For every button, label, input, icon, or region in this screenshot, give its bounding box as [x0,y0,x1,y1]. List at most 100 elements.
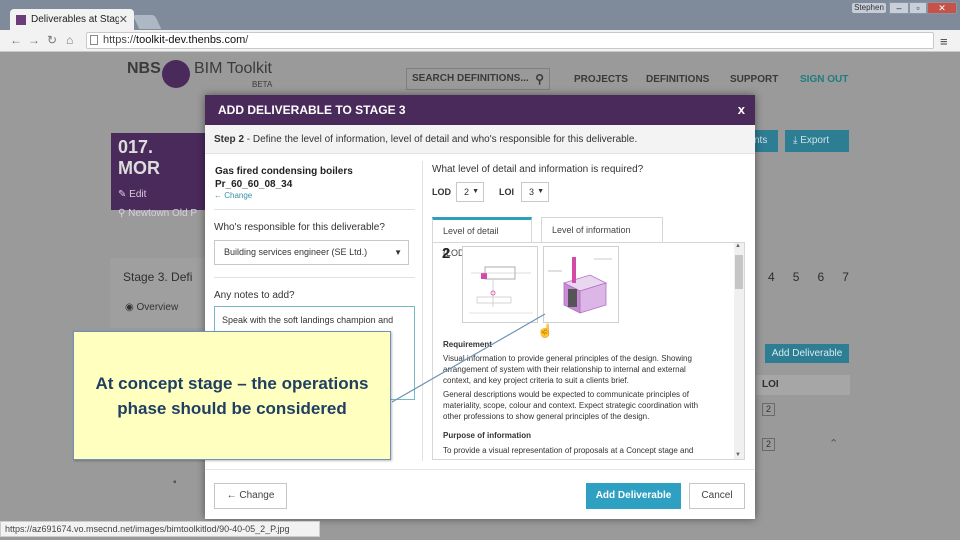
purpose-text: To provide a visual representation of pr… [443,446,694,455]
modal-step-bar: Step 2 - Define the level of information… [205,125,755,154]
logo-name: BIM Toolkit [194,60,272,77]
loi-value-cell: 2 [762,403,775,416]
purpose-heading: Purpose of information [443,431,531,440]
loi-value: 3 [529,187,535,197]
export-button-label: Export [800,135,830,146]
loi-value-cell: 2 [762,438,775,451]
stage-tab-6[interactable]: 6 [809,264,834,290]
modal-title: ADD DELIVERABLE TO STAGE 3 [205,95,755,125]
level-number: 2 [442,245,451,262]
nav-sign-out[interactable]: SIGN OUT [800,74,848,85]
comments-button-label: nts [754,135,768,146]
lod-value: 2 [464,187,470,197]
chevron-up-icon[interactable]: ⌃ [829,437,838,450]
responsible-select[interactable]: Building services engineer (SE Ltd.) ▼ [214,240,409,265]
step-label: Step 2 [214,134,245,145]
browser-menu-icon[interactable]: ≡ [940,34,948,49]
modal-close-button[interactable]: x [738,102,745,117]
notes-question: Any notes to add? [214,290,295,301]
project-edit-link[interactable]: ✎ Edit [118,189,199,200]
loi-select[interactable]: 3 ▼ [521,182,549,202]
stage-tab-7[interactable]: 7 [833,264,858,290]
globe-icon: ◉ [125,302,137,313]
lod-select[interactable]: 2 ▼ [456,182,484,202]
back-change-button[interactable]: ← Change [214,483,287,509]
scroll-down-icon[interactable]: ▼ [735,452,741,458]
forward-arrow-icon[interactable]: → [28,33,40,47]
lod-label: LOD [432,187,451,197]
stage-tab-5[interactable]: 5 [784,264,809,290]
product-name: Gas fired condensing boilers [215,166,353,177]
scroll-up-icon[interactable]: ▲ [735,243,741,249]
caret-down-icon: ▼ [394,248,402,257]
scrollbar-thumb[interactable] [735,255,743,289]
url-host: toolkit-dev.thenbs.com [136,34,246,46]
comment-icon: ▪ [173,477,177,488]
tab-title: Deliverables at Stage 3 [31,14,119,25]
caret-down-icon: ▼ [537,188,544,195]
maximize-window-icon[interactable]: ▫ [909,2,927,14]
product-code: Pr_60_60_08_34 [215,179,293,190]
callout-text: At concept stage – the operations phase … [95,373,369,418]
url-protocol: https:// [103,34,137,46]
page-info-icon[interactable] [90,35,98,45]
table-header-loi: LOI [762,379,779,390]
url-path: / [245,34,249,46]
stage-tab-4[interactable]: 4 [759,264,784,290]
stage-number-tabs: 4 5 6 7 [759,264,858,290]
divider [214,277,415,278]
export-button[interactable]: ⤓ Export [785,130,849,152]
nbs-favicon-icon [16,14,26,25]
panel-scrollbar[interactable]: ▲ ▼ [734,243,744,459]
add-deliverable-background-button[interactable]: Add Deliverable [765,344,849,363]
location-pin-icon: ⚲ [118,208,129,219]
nbs-logo-icon [162,60,190,88]
tab-close-icon[interactable]: ✕ [119,13,128,26]
table-header: LOI [756,375,850,395]
search-icon[interactable]: ⚲ [535,69,544,89]
loi-label: LOI [499,187,514,197]
pencil-icon: ✎ [118,189,130,200]
nav-support[interactable]: SUPPORT [730,74,778,85]
overview-tab[interactable]: ◉ Overview [125,302,178,313]
stage-panel: Stage 3. Defi ◉ Overview [110,258,208,328]
step-text: - Define the level of information, level… [244,134,638,145]
overview-label: Overview [136,302,179,313]
minimize-window-icon[interactable]: – [889,2,909,14]
browser-user-badge[interactable]: Stephen [852,3,886,13]
reload-icon[interactable]: ↻ [47,33,57,47]
nav-projects[interactable]: PROJECTS [574,74,628,85]
logo-prefix: NBS [127,60,161,77]
stage-title: Stage 3. Defi [123,270,193,284]
project-location: ⚲ Newtown Old P [118,208,199,219]
responsible-question: Who's responsible for this deliverable? [214,222,385,233]
tab-level-of-detail[interactable]: Level of detail (LOD) [432,217,532,258]
annotation-callout: At concept stage – the operations phase … [73,331,391,460]
close-window-icon[interactable]: ✕ [927,2,957,14]
level-question: What level of detail and information is … [432,164,644,175]
project-location-text: Newtown Old P [128,208,198,219]
responsible-value: Building services engineer (SE Ltd.) [224,247,368,257]
home-icon[interactable]: ⌂ [66,33,73,47]
status-bar-url: https://az691674.vo.msecnd.net/images/bi… [0,521,320,537]
search-definitions-input[interactable]: SEARCH DEFINITIONS... ⚲ [406,68,550,90]
lod-diagram-3d-image[interactable] [543,246,619,323]
project-card: 017. MOR ✎ Edit ⚲ Newtown Old P [111,133,206,219]
nav-definitions[interactable]: DEFINITIONS [646,74,709,85]
project-title: 017. MOR [118,137,160,178]
product-info: Gas fired condensing boilers Pr_60_60_08… [215,165,353,191]
back-arrow-icon[interactable]: ← [10,33,22,47]
change-product-link[interactable]: ← Change [214,191,252,200]
tab-level-of-information[interactable]: Level of information (LOI) [541,217,663,260]
callout-connector-line [391,313,546,403]
cancel-button[interactable]: Cancel [689,483,745,509]
caret-down-icon: ▼ [472,188,479,195]
address-bar[interactable]: https://toolkit-dev.thenbs.com/ [86,32,934,49]
search-placeholder: SEARCH DEFINITIONS... [412,73,529,84]
browser-tab[interactable]: Deliverables at Stage 3 ✕ [10,9,134,30]
add-deliverable-button[interactable]: Add Deliverable [586,483,681,509]
modal-footer: ← Change Add Deliverable Cancel [205,469,755,519]
divider [214,209,415,210]
beta-badge: BETA [252,80,273,89]
project-edit-label: Edit [129,189,147,200]
